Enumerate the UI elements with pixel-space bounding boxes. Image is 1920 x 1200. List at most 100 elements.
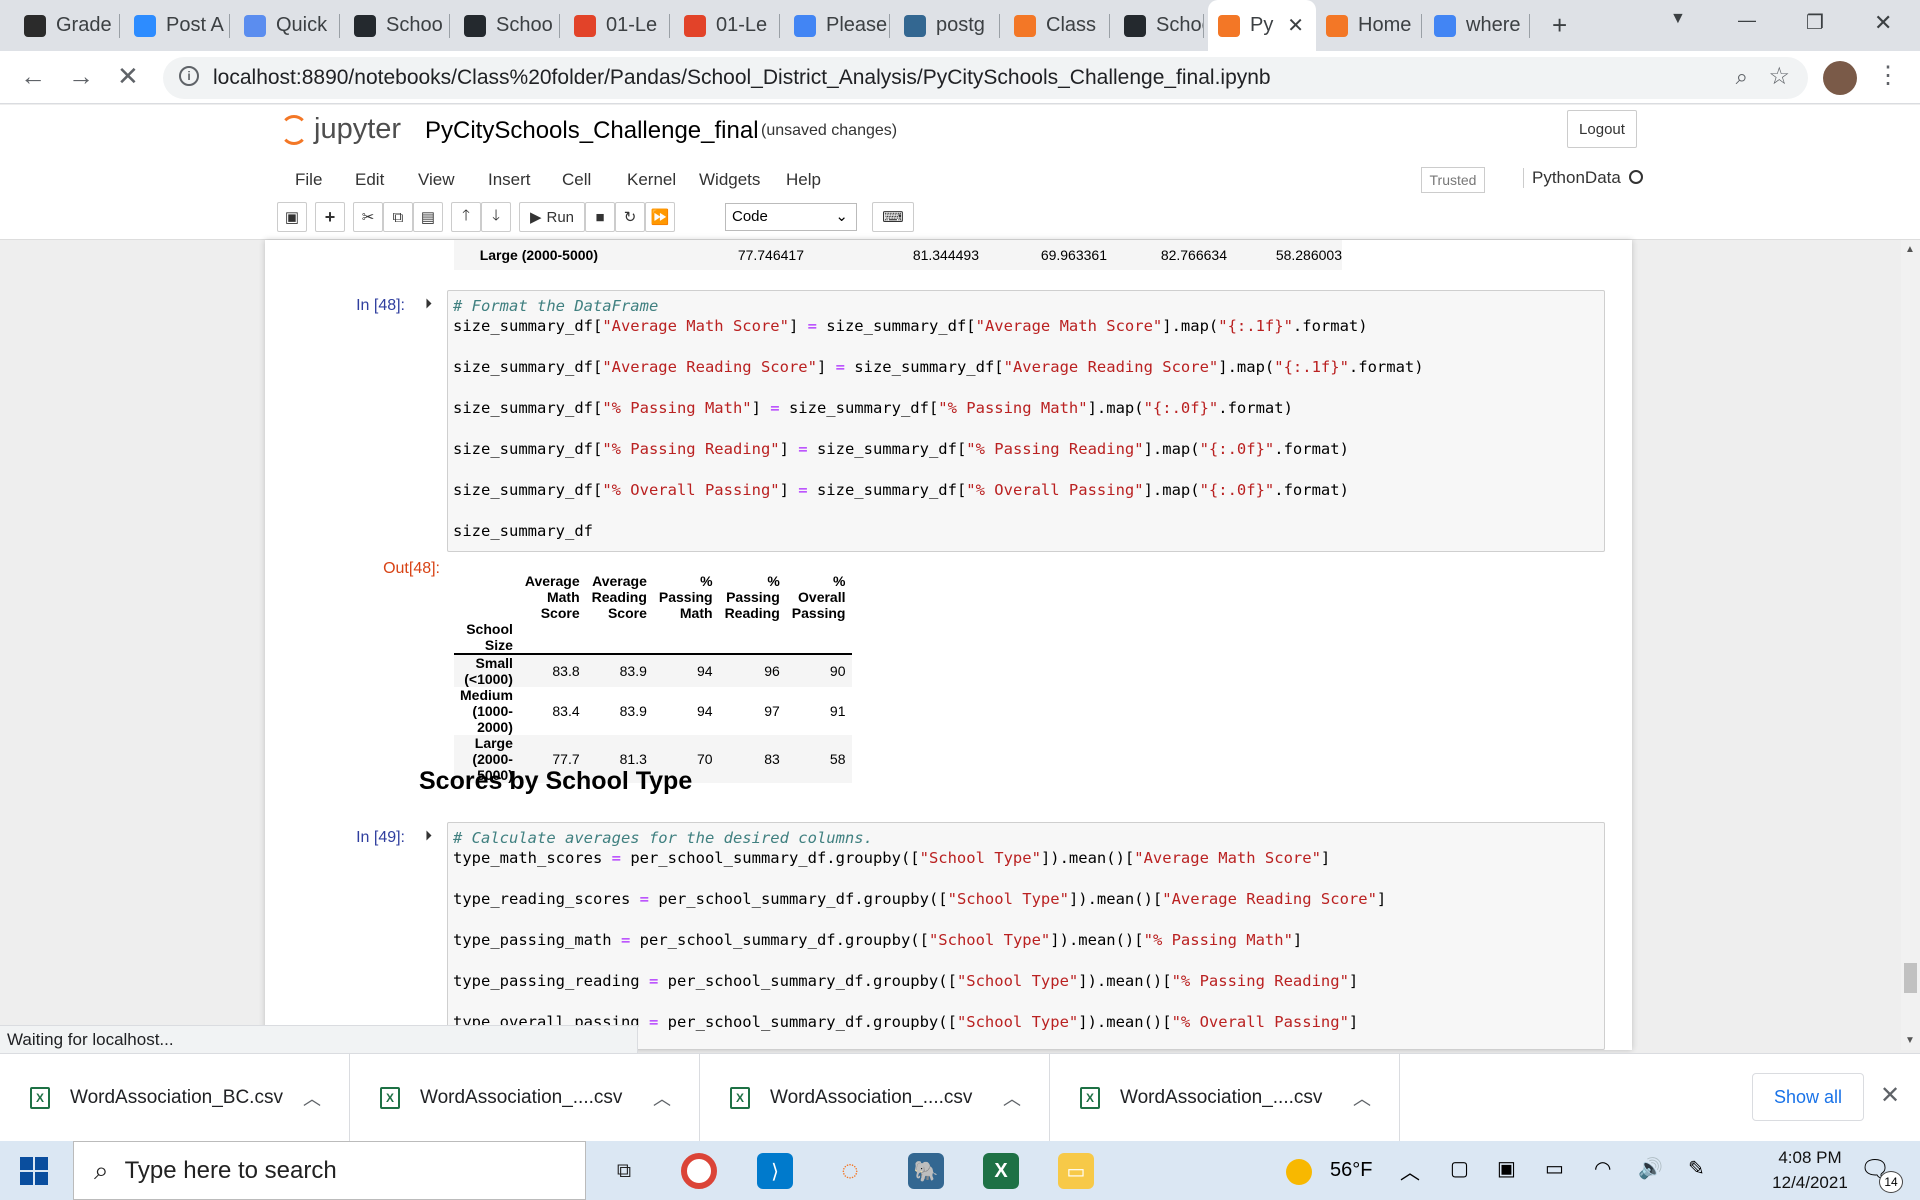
browser-tab[interactable]: postg	[894, 0, 1000, 51]
pgadmin-icon[interactable]: 🐘	[908, 1153, 944, 1189]
close-tab-icon[interactable]: ✕	[1287, 13, 1304, 38]
move-down-icon[interactable]: 🡓	[481, 202, 511, 232]
browser-menu-icon[interactable]: ⋮	[1876, 61, 1900, 90]
vscode-icon[interactable]: ⟩	[757, 1153, 793, 1189]
kernel-indicator[interactable]: PythonData	[1523, 168, 1643, 188]
file-explorer-icon[interactable]: ▭	[1058, 1153, 1094, 1189]
page-scrollbar[interactable]: ▲ ▼	[1901, 240, 1920, 1050]
volume-icon[interactable]: 🔊	[1638, 1156, 1663, 1181]
browser-tab[interactable]: Schoo	[454, 0, 560, 51]
browser-tab[interactable]: Home	[1316, 0, 1422, 51]
restart-run-all-icon[interactable]: ⏩	[645, 202, 675, 232]
task-view-icon[interactable]: ⧉	[606, 1153, 642, 1189]
cut-icon[interactable]: ✂	[353, 202, 383, 232]
browser-tab[interactable]: Quick	[234, 0, 340, 51]
chevron-up-icon[interactable]: ︿	[653, 1085, 671, 1111]
menu-file[interactable]: File	[295, 170, 322, 190]
browser-tab[interactable]: where	[1424, 0, 1530, 51]
browser-tab[interactable]: Post A	[124, 0, 230, 51]
menu-view[interactable]: View	[418, 170, 455, 190]
scrollbar-thumb[interactable]	[1904, 963, 1917, 993]
restore-icon[interactable]: ❐	[1806, 10, 1824, 35]
scroll-up-icon[interactable]: ▲	[1905, 244, 1915, 255]
forward-icon[interactable]: →	[68, 61, 94, 92]
code-cell-48[interactable]: # Format the DataFrame size_summary_df["…	[447, 290, 1605, 552]
jupyter-logo[interactable]: jupyter	[280, 113, 401, 146]
code-cell-49[interactable]: # Calculate averages for the desired col…	[447, 822, 1605, 1050]
copy-icon[interactable]: ⧉	[383, 202, 413, 232]
profile-avatar[interactable]	[1823, 61, 1857, 95]
cell-type-select[interactable]: Code ⌄	[725, 203, 857, 231]
browser-tab[interactable]: Grade	[14, 0, 120, 51]
windows-start-icon[interactable]	[20, 1157, 48, 1185]
run-cell-icon[interactable]: ⏵	[425, 295, 432, 312]
tab-separator	[339, 14, 340, 38]
unsaved-indicator: (unsaved changes)	[761, 122, 898, 139]
chevron-up-icon[interactable]: ︿	[1400, 1156, 1420, 1185]
menu-help[interactable]: Help	[786, 170, 821, 190]
address-bar[interactable]: i localhost:8890/notebooks/Class%20folde…	[163, 57, 1808, 99]
weather-temp[interactable]: 56°F	[1330, 1159, 1372, 1182]
jupyter-app-icon[interactable]: ◌	[832, 1153, 868, 1189]
menu-kernel[interactable]: Kernel	[627, 170, 676, 190]
command-palette-icon[interactable]: ⌨	[872, 202, 914, 232]
pen-icon[interactable]: ✎	[1688, 1156, 1705, 1181]
stop-loading-icon[interactable]: ✕	[117, 61, 139, 92]
weather-icon[interactable]	[1286, 1159, 1312, 1185]
output-prompt: Out[48]:	[383, 560, 440, 577]
browser-tab[interactable]: Py ✕	[1208, 0, 1316, 51]
bookmark-star-icon[interactable]: ☆	[1768, 62, 1790, 91]
browser-tab[interactable]: Schoo	[1114, 0, 1204, 51]
excel-icon[interactable]: X	[983, 1153, 1019, 1189]
tab-title: Post A	[166, 14, 224, 36]
site-info-icon[interactable]: i	[179, 66, 199, 86]
logout-button[interactable]: Logout	[1567, 110, 1637, 148]
show-all-button[interactable]: Show all	[1752, 1073, 1864, 1121]
download-item[interactable]: X WordAssociation_....csv ︿	[1050, 1054, 1400, 1142]
browser-tab[interactable]: Class	[1004, 0, 1110, 51]
chevron-up-icon[interactable]: ︿	[303, 1085, 321, 1111]
trusted-indicator[interactable]: Trusted	[1421, 167, 1485, 193]
system-clock[interactable]: 4:08 PM 12/4/2021	[1760, 1145, 1860, 1195]
scroll-down-icon[interactable]: ▼	[1905, 1035, 1915, 1046]
close-window-icon[interactable]: ✕	[1874, 10, 1892, 36]
browser-tab[interactable]: 01-Le	[674, 0, 780, 51]
browser-tab[interactable]: Please	[784, 0, 890, 51]
chevron-up-icon[interactable]: ︿	[1003, 1085, 1021, 1111]
save-icon[interactable]: ▣	[277, 202, 307, 232]
paste-icon[interactable]: ▤	[413, 202, 443, 232]
kernel-idle-icon	[1628, 170, 1643, 184]
meet-now-icon[interactable]: ▢	[1450, 1156, 1469, 1181]
notebook-title[interactable]: PyCitySchools_Challenge_final	[425, 117, 759, 145]
interrupt-icon[interactable]: ■	[585, 202, 615, 232]
insert-cell-icon[interactable]: +	[315, 202, 345, 232]
taskbar-search[interactable]: ⌕ Type here to search	[73, 1141, 586, 1200]
back-icon[interactable]: ←	[20, 61, 46, 92]
download-item[interactable]: X WordAssociation_BC.csv ︿	[0, 1054, 350, 1142]
code-line: type_math_scores = per_school_summary_df…	[453, 849, 1331, 867]
wifi-icon[interactable]: ◠	[1594, 1156, 1611, 1181]
display-icon[interactable]: ▣	[1497, 1156, 1516, 1181]
new-tab-icon[interactable]: +	[1552, 10, 1567, 41]
jupyter-icon	[1014, 14, 1036, 37]
chevron-up-icon[interactable]: ︿	[1353, 1085, 1371, 1111]
browser-tab[interactable]: 01-Le	[564, 0, 670, 51]
menu-edit[interactable]: Edit	[355, 170, 384, 190]
url-text[interactable]: localhost:8890/notebooks/Class%20folder/…	[213, 66, 1271, 90]
menu-widgets[interactable]: Widgets	[699, 170, 760, 190]
battery-icon[interactable]: ▭	[1545, 1156, 1564, 1181]
restart-icon[interactable]: ↻	[615, 202, 645, 232]
download-item[interactable]: X WordAssociation_....csv ︿	[700, 1054, 1050, 1142]
menu-cell[interactable]: Cell	[562, 170, 591, 190]
zoom-icon[interactable]: ⌕	[1736, 64, 1748, 90]
download-item[interactable]: X WordAssociation_....csv ︿	[350, 1054, 700, 1142]
chrome-icon[interactable]	[681, 1153, 717, 1189]
browser-tab[interactable]: Schoo	[344, 0, 450, 51]
run-button[interactable]: ▶ Run	[519, 202, 585, 232]
run-cell-icon[interactable]: ⏵	[425, 827, 432, 844]
move-up-icon[interactable]: 🡑	[451, 202, 481, 232]
menu-insert[interactable]: Insert	[488, 170, 531, 190]
close-downloads-icon[interactable]: ✕	[1880, 1081, 1900, 1110]
tab-search-icon[interactable]: ▼	[1670, 10, 1686, 28]
minimize-icon[interactable]: —	[1738, 10, 1756, 31]
